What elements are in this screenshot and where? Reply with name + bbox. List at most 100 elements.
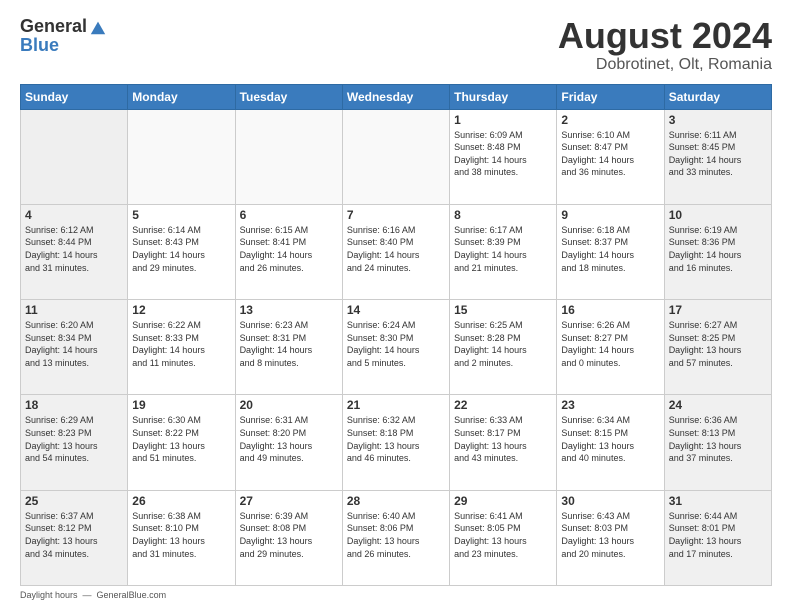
calendar-header-saturday: Saturday (664, 84, 771, 109)
day-info: Sunrise: 6:37 AM Sunset: 8:12 PM Dayligh… (25, 510, 123, 560)
calendar-cell: 10 Sunrise: 6:19 AM Sunset: 8:36 PM Dayli… (664, 204, 771, 299)
calendar-cell: 9Sunrise: 6:18 AM Sunset: 8:37 PM Daylig… (557, 204, 664, 299)
calendar-cell: 27Sunrise: 6:39 AM Sunset: 8:08 PM Dayli… (235, 490, 342, 585)
logo-general: General (20, 17, 87, 35)
day-info: Sunrise: 6:44 AM Sunset: 8:01 PM Dayligh… (669, 510, 767, 560)
day-number: 22 (454, 398, 552, 412)
day-number: 20 (240, 398, 338, 412)
day-info: Sunrise: 6:27 AM Sunset: 8:25 PM Dayligh… (669, 319, 767, 369)
calendar-week-5: 25 Sunrise: 6:37 AM Sunset: 8:12 PM Dayli… (21, 490, 772, 585)
day-number: 30 (561, 494, 659, 508)
day-info: Sunrise: 6:23 AM Sunset: 8:31 PM Dayligh… (240, 319, 338, 369)
daylight-label: Daylight hours (20, 590, 78, 600)
day-number: 11 (25, 303, 123, 317)
day-info: Sunrise: 6:43 AM Sunset: 8:03 PM Dayligh… (561, 510, 659, 560)
day-info: Sunrise: 6:29 AM Sunset: 8:23 PM Dayligh… (25, 414, 123, 464)
day-number: 7 (347, 208, 445, 222)
calendar-cell: 19Sunrise: 6:30 AM Sunset: 8:22 PM Dayli… (128, 395, 235, 490)
day-info: Sunrise: 6:34 AM Sunset: 8:15 PM Dayligh… (561, 414, 659, 464)
subtitle: Dobrotinet, Olt, Romania (558, 56, 772, 74)
day-info: Sunrise: 6:19 AM Sunset: 8:36 PM Dayligh… (669, 224, 767, 274)
calendar-header-wednesday: Wednesday (342, 84, 449, 109)
day-number: 27 (240, 494, 338, 508)
calendar-cell: 6Sunrise: 6:15 AM Sunset: 8:41 PM Daylig… (235, 204, 342, 299)
day-info: Sunrise: 6:24 AM Sunset: 8:30 PM Dayligh… (347, 319, 445, 369)
calendar-cell: 23 Sunrise: 6:34 AM Sunset: 8:15 PM Dayli… (557, 395, 664, 490)
calendar-cell: 3 Sunrise: 6:11 AM Sunset: 8:45 PM Daylig… (664, 109, 771, 204)
logo-blue: Blue (20, 36, 107, 54)
day-number: 21 (347, 398, 445, 412)
calendar-cell: 14 Sunrise: 6:24 AM Sunset: 8:30 PM Dayli… (342, 300, 449, 395)
day-info: Sunrise: 6:10 AM Sunset: 8:47 PM Dayligh… (561, 129, 659, 179)
calendar-week-3: 11 Sunrise: 6:20 AM Sunset: 8:34 PM Dayli… (21, 300, 772, 395)
calendar-cell (235, 109, 342, 204)
logo-text: General Blue (20, 16, 107, 54)
day-info: Sunrise: 6:16 AM Sunset: 8:40 PM Dayligh… (347, 224, 445, 274)
day-number: 25 (25, 494, 123, 508)
calendar-cell: 2 Sunrise: 6:10 AM Sunset: 8:47 PM Daylig… (557, 109, 664, 204)
header: General Blue August 2024 Dobrotinet, Olt… (20, 16, 772, 74)
day-info: Sunrise: 6:32 AM Sunset: 8:18 PM Dayligh… (347, 414, 445, 464)
calendar-header-tuesday: Tuesday (235, 84, 342, 109)
calendar-cell: 17 Sunrise: 6:27 AM Sunset: 8:25 PM Dayli… (664, 300, 771, 395)
day-number: 26 (132, 494, 230, 508)
calendar-cell: 29 Sunrise: 6:41 AM Sunset: 8:05 PM Dayli… (450, 490, 557, 585)
day-number: 31 (669, 494, 767, 508)
title-block: August 2024 Dobrotinet, Olt, Romania (558, 16, 772, 74)
day-info: Sunrise: 6:40 AM Sunset: 8:06 PM Dayligh… (347, 510, 445, 560)
day-number: 2 (561, 113, 659, 127)
calendar-header-thursday: Thursday (450, 84, 557, 109)
day-number: 13 (240, 303, 338, 317)
day-info: Sunrise: 6:18 AM Sunset: 8:37 PM Dayligh… (561, 224, 659, 274)
calendar-cell: 28Sunrise: 6:40 AM Sunset: 8:06 PM Dayli… (342, 490, 449, 585)
page: General Blue August 2024 Dobrotinet, Olt… (0, 0, 792, 612)
calendar-week-1: 1 Sunrise: 6:09 AM Sunset: 8:48 PM Daylig… (21, 109, 772, 204)
day-number: 5 (132, 208, 230, 222)
day-info: Sunrise: 6:11 AM Sunset: 8:45 PM Dayligh… (669, 129, 767, 179)
calendar-cell (21, 109, 128, 204)
main-title: August 2024 (558, 16, 772, 56)
day-info: Sunrise: 6:33 AM Sunset: 8:17 PM Dayligh… (454, 414, 552, 464)
day-number: 17 (669, 303, 767, 317)
calendar-table: SundayMondayTuesdayWednesdayThursdayFrid… (20, 84, 772, 586)
calendar-week-4: 18 Sunrise: 6:29 AM Sunset: 8:23 PM Dayli… (21, 395, 772, 490)
calendar-header-sunday: Sunday (21, 84, 128, 109)
calendar-cell: 5 Sunrise: 6:14 AM Sunset: 8:43 PM Daylig… (128, 204, 235, 299)
calendar-cell: 16Sunrise: 6:26 AM Sunset: 8:27 PM Dayli… (557, 300, 664, 395)
day-info: Sunrise: 6:36 AM Sunset: 8:13 PM Dayligh… (669, 414, 767, 464)
calendar-cell: 1 Sunrise: 6:09 AM Sunset: 8:48 PM Daylig… (450, 109, 557, 204)
calendar-header-row: SundayMondayTuesdayWednesdayThursdayFrid… (21, 84, 772, 109)
calendar-cell: 4Sunrise: 6:12 AM Sunset: 8:44 PM Daylig… (21, 204, 128, 299)
day-number: 12 (132, 303, 230, 317)
day-number: 15 (454, 303, 552, 317)
calendar-cell: 21 Sunrise: 6:32 AM Sunset: 8:18 PM Dayli… (342, 395, 449, 490)
day-number: 14 (347, 303, 445, 317)
day-number: 10 (669, 208, 767, 222)
day-number: 18 (25, 398, 123, 412)
day-number: 29 (454, 494, 552, 508)
day-info: Sunrise: 6:20 AM Sunset: 8:34 PM Dayligh… (25, 319, 123, 369)
day-info: Sunrise: 6:09 AM Sunset: 8:48 PM Dayligh… (454, 129, 552, 179)
calendar-cell: 7 Sunrise: 6:16 AM Sunset: 8:40 PM Daylig… (342, 204, 449, 299)
calendar-cell: 31 Sunrise: 6:44 AM Sunset: 8:01 PM Dayli… (664, 490, 771, 585)
day-info: Sunrise: 6:38 AM Sunset: 8:10 PM Dayligh… (132, 510, 230, 560)
calendar-cell: 11 Sunrise: 6:20 AM Sunset: 8:34 PM Dayli… (21, 300, 128, 395)
day-number: 6 (240, 208, 338, 222)
logo-icon (89, 18, 107, 36)
day-number: 24 (669, 398, 767, 412)
day-number: 1 (454, 113, 552, 127)
day-info: Sunrise: 6:41 AM Sunset: 8:05 PM Dayligh… (454, 510, 552, 560)
day-info: Sunrise: 6:30 AM Sunset: 8:22 PM Dayligh… (132, 414, 230, 464)
day-info: Sunrise: 6:31 AM Sunset: 8:20 PM Dayligh… (240, 414, 338, 464)
day-info: Sunrise: 6:14 AM Sunset: 8:43 PM Dayligh… (132, 224, 230, 274)
day-info: Sunrise: 6:25 AM Sunset: 8:28 PM Dayligh… (454, 319, 552, 369)
day-info: Sunrise: 6:12 AM Sunset: 8:44 PM Dayligh… (25, 224, 123, 274)
calendar-cell: 15 Sunrise: 6:25 AM Sunset: 8:28 PM Dayli… (450, 300, 557, 395)
calendar-cell: 20 Sunrise: 6:31 AM Sunset: 8:20 PM Dayli… (235, 395, 342, 490)
day-number: 23 (561, 398, 659, 412)
day-number: 8 (454, 208, 552, 222)
day-number: 16 (561, 303, 659, 317)
calendar-week-2: 4Sunrise: 6:12 AM Sunset: 8:44 PM Daylig… (21, 204, 772, 299)
calendar-cell: 8Sunrise: 6:17 AM Sunset: 8:39 PM Daylig… (450, 204, 557, 299)
day-number: 3 (669, 113, 767, 127)
